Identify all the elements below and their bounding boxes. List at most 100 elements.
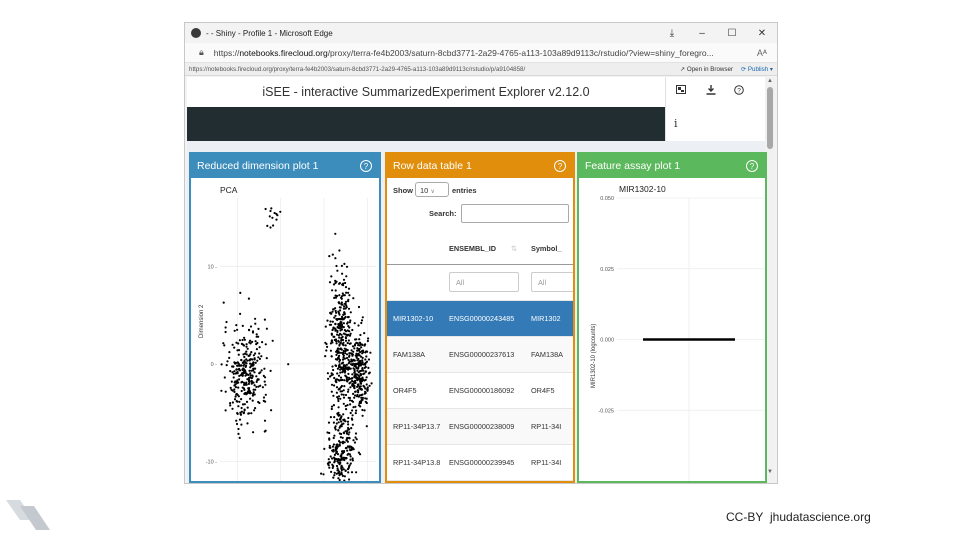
info-icon[interactable]: i xyxy=(674,117,678,130)
pca-point xyxy=(331,449,334,452)
pca-point xyxy=(331,445,334,448)
pca-point xyxy=(350,360,353,363)
pca-point xyxy=(344,393,348,397)
scroll-down-icon[interactable]: ▼ xyxy=(767,469,773,475)
search-input[interactable] xyxy=(461,204,569,223)
pca-point xyxy=(339,386,343,389)
pca-point xyxy=(248,354,251,357)
pca-point xyxy=(335,311,338,314)
pca-point xyxy=(328,281,332,284)
app-content: iSEE - interactive SummarizedExperiment … xyxy=(187,77,775,483)
pca-point xyxy=(329,455,332,458)
pca-point xyxy=(332,394,335,397)
pca-point xyxy=(225,364,228,367)
pca-point xyxy=(339,436,342,439)
pca-plot[interactable]: PCA 10 - 0 - -10 - Dimension 2 xyxy=(191,178,379,481)
pca-point xyxy=(348,399,352,402)
pca-point xyxy=(322,473,325,476)
maximize-button[interactable]: ☐ xyxy=(717,28,747,39)
address-bar[interactable]: 🔒︎ https://notebooks.firecloud.org/proxy… xyxy=(185,43,777,63)
pca-point xyxy=(352,350,355,353)
pca-point xyxy=(324,341,327,344)
pca-title: PCA xyxy=(220,185,238,195)
pca-point xyxy=(332,436,335,440)
read-aloud-icon[interactable]: Aᴬ xyxy=(757,48,767,58)
pca-point xyxy=(342,468,345,471)
header-tools: ? i xyxy=(665,77,765,141)
table-row[interactable]: MIR1302-10 ENSG00000243485 MIR1302 xyxy=(387,300,573,337)
close-button[interactable]: ✕ xyxy=(747,28,777,39)
pca-point xyxy=(246,406,249,409)
pca-point xyxy=(330,470,333,473)
lock-icon[interactable]: 🔒︎ xyxy=(199,47,204,58)
pca-point xyxy=(340,336,343,339)
download-icon[interactable]: ⤓ xyxy=(657,28,687,39)
sort-icon[interactable]: ⇅ xyxy=(511,244,517,253)
pca-point xyxy=(345,275,348,278)
publish-button[interactable]: ⟳ Publish ▾ xyxy=(741,66,773,73)
pca-point xyxy=(348,465,351,468)
table-row[interactable]: OR4F5 ENSG00000186092 OR4F5 xyxy=(387,372,573,409)
table-row[interactable]: RP11-34P13.7 ENSG00000238009 RP11-34I xyxy=(387,408,573,445)
pca-point xyxy=(337,310,340,313)
pca-point xyxy=(341,358,345,361)
pca-point xyxy=(366,339,369,343)
feature-assay-plot[interactable]: MIR1302-10 0.050 0.025 0.000 -0.025 MIR1302… xyxy=(579,178,765,481)
pca-point xyxy=(342,422,345,425)
table-row[interactable]: RP11-34P13.8 ENSG00000239945 RP11-34I xyxy=(387,444,573,481)
column-header[interactable]: ENSEMBL_ID ⇅ xyxy=(443,234,525,265)
pca-point xyxy=(264,383,267,386)
pca-point xyxy=(362,372,365,376)
scroll-up-icon[interactable]: ▲ xyxy=(767,78,773,84)
open-in-browser-button[interactable]: ↗ Open in Browser xyxy=(680,66,733,73)
pca-point xyxy=(357,391,360,394)
help-icon[interactable]: ? xyxy=(734,85,744,97)
pca-point xyxy=(364,390,367,393)
pca-point xyxy=(347,325,350,328)
table-cell: ENSG00000243485 xyxy=(443,300,525,337)
pca-point xyxy=(337,471,340,474)
pca-point xyxy=(353,322,356,325)
feature-assay-y-axis-label: MIR1302-10 (logcounts) xyxy=(591,324,597,388)
filter-input[interactable]: All xyxy=(449,272,519,292)
pca-point xyxy=(360,346,363,349)
pca-point xyxy=(333,434,336,437)
pca-point xyxy=(359,372,362,376)
page-size-select[interactable]: 10 ∨ xyxy=(415,182,449,197)
pca-point xyxy=(253,384,256,387)
pca-point xyxy=(345,367,348,370)
pca-point xyxy=(361,359,364,362)
pca-point xyxy=(242,412,245,415)
download-icon[interactable] xyxy=(706,85,716,97)
pca-point xyxy=(359,401,362,404)
pca-point xyxy=(336,453,340,456)
pca-point xyxy=(332,421,335,424)
table-row[interactable]: FAM138A ENSG00000237613 FAM138A xyxy=(387,336,573,373)
pca-point xyxy=(338,363,341,366)
filter-input[interactable]: All xyxy=(531,272,573,292)
pca-point xyxy=(335,264,338,268)
help-icon[interactable]: ? xyxy=(360,160,372,172)
row-name-column-header[interactable] xyxy=(387,234,443,265)
help-icon[interactable]: ? xyxy=(554,160,566,172)
column-header[interactable]: Symbol_ xyxy=(525,234,573,265)
pca-point xyxy=(342,351,345,354)
minimize-button[interactable]: – xyxy=(687,28,717,39)
pca-point xyxy=(264,376,267,379)
pca-point xyxy=(279,210,282,213)
pca-point xyxy=(346,349,349,352)
pca-point xyxy=(350,445,353,448)
pca-point xyxy=(344,315,347,319)
export-image-icon[interactable] xyxy=(676,85,686,96)
pca-point xyxy=(235,393,238,396)
pca-point xyxy=(253,371,256,374)
pca-point xyxy=(264,343,267,346)
pca-point xyxy=(334,289,337,292)
help-icon[interactable]: ? xyxy=(746,160,758,172)
pca-point xyxy=(252,354,255,357)
pca-point xyxy=(230,388,233,391)
scroll-thumb[interactable] xyxy=(767,87,773,149)
url-field[interactable]: https://notebooks.firecloud.org/proxy/te… xyxy=(214,48,757,58)
pca-point xyxy=(352,439,355,442)
table-row[interactable]: AL627309.1ENSG00000237683AL62730! xyxy=(387,480,573,481)
